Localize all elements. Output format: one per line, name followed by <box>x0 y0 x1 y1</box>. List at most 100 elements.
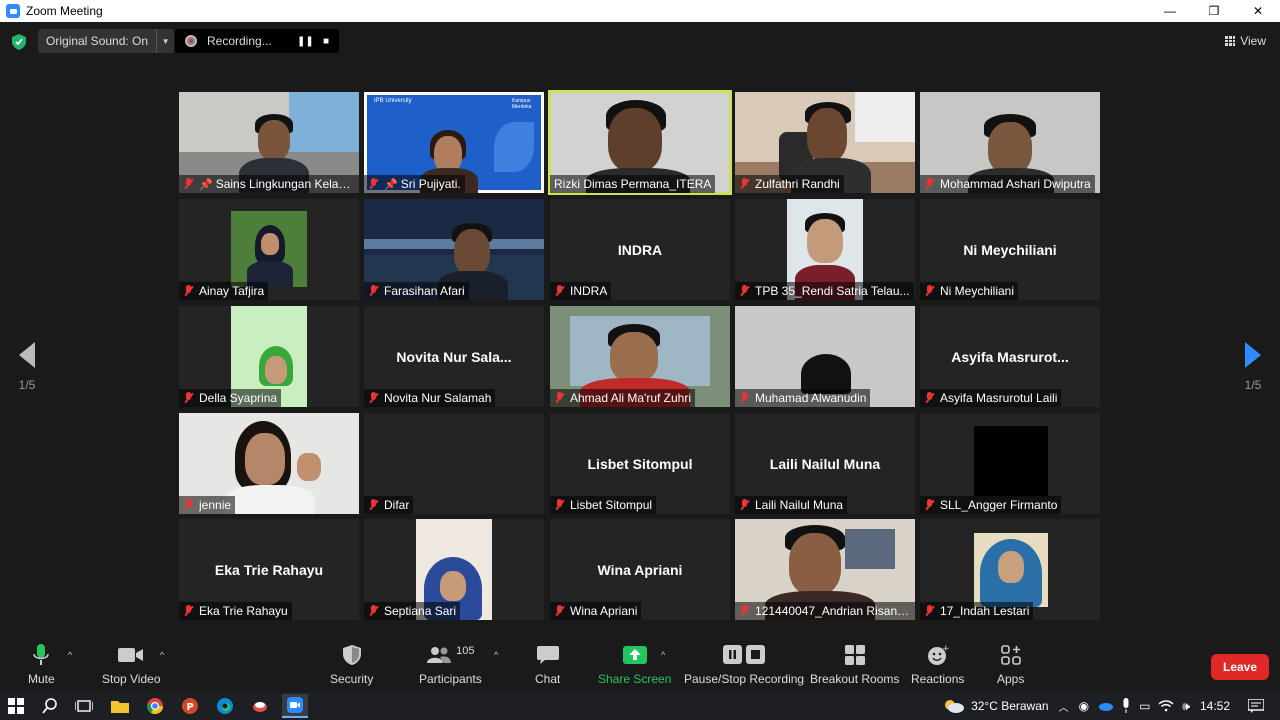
participant-name: jennie <box>199 498 232 512</box>
breakout-rooms-label: Breakout Rooms <box>810 672 900 686</box>
notifications-icon[interactable] <box>1248 699 1264 713</box>
chat-button[interactable]: Chat <box>535 642 560 686</box>
shield-icon <box>342 645 361 665</box>
chrome-icon[interactable] <box>145 696 165 716</box>
share-options-caret-icon[interactable]: ^ <box>661 650 665 660</box>
weather-cloud-icon <box>945 700 965 713</box>
participants-options-caret-icon[interactable]: ^ <box>494 650 498 660</box>
video-options-caret-icon[interactable]: ^ <box>160 650 164 660</box>
participant-tile[interactable]: Novita Nur Sala... Novita Nur Salamah <box>364 306 544 407</box>
participant-tile[interactable]: IPB University Kampus Merdeka 📌 Sri Pujiy… <box>364 92 544 193</box>
participant-tile[interactable]: Mohammad Ashari Dwiputra <box>920 92 1100 193</box>
participant-tile[interactable]: Lisbet Sitompul Lisbet Sitompul <box>550 413 730 514</box>
participant-tile[interactable]: Farasihan Afari <box>364 199 544 300</box>
participant-name: Difar <box>384 498 410 512</box>
participant-name: SLL_Angger Firmanto <box>940 498 1058 512</box>
grid-view-icon <box>1225 36 1236 46</box>
windows-taskbar: P 32°C Berawan ︿ ◉ ▭ 🕪 14:52 <box>0 692 1280 720</box>
mute-button[interactable]: Mute <box>28 642 55 686</box>
participant-tile[interactable]: TPB 35_Rendi Satria Telau... <box>735 199 915 300</box>
muted-mic-icon <box>367 284 381 298</box>
powerpoint-icon[interactable]: P <box>180 696 200 716</box>
muted-mic-icon <box>923 177 937 191</box>
microphone-tray-icon[interactable] <box>1121 698 1131 714</box>
windows-start-icon[interactable] <box>6 696 26 716</box>
leave-button[interactable]: Leave <box>1211 654 1269 680</box>
participant-tile[interactable]: Zulfathri Randhi <box>735 92 915 193</box>
participant-tile[interactable]: Ainay Tafjira <box>179 199 359 300</box>
view-button[interactable]: View <box>1225 34 1266 48</box>
participant-tile[interactable]: Ni Meychiliani Ni Meychiliani <box>920 199 1100 300</box>
arrow-left-icon <box>19 342 35 368</box>
pause-stop-recording-button[interactable]: Pause/Stop Recording <box>684 642 804 686</box>
original-sound-toggle[interactable]: Original Sound: On ▼ <box>38 29 175 53</box>
participant-tile-active-speaker[interactable]: Rizki Dimas Permana_ITERA <box>548 90 732 195</box>
participant-tile[interactable]: Septiana Sari <box>364 519 544 620</box>
audio-options-caret-icon[interactable]: ^ <box>68 650 72 660</box>
muted-mic-icon <box>553 284 567 298</box>
participant-name: Laili Nailul Muna <box>755 498 844 512</box>
participant-tile[interactable]: Ahmad Ali Ma'ruf Zuhri <box>550 306 730 407</box>
security-button[interactable]: Security <box>330 642 373 686</box>
task-view-icon[interactable] <box>74 696 94 716</box>
volume-icon[interactable]: 🕪 <box>1182 699 1190 714</box>
close-button[interactable]: ✕ <box>1236 0 1280 22</box>
previous-page-button[interactable]: 1/5 <box>12 342 42 392</box>
share-screen-button[interactable]: Share Screen <box>598 642 671 686</box>
onedrive-cloud-icon[interactable] <box>1097 701 1114 711</box>
encryption-shield-icon[interactable] <box>12 34 26 50</box>
stop-video-button[interactable]: Stop Video <box>102 642 161 686</box>
file-explorer-icon[interactable] <box>110 696 130 716</box>
participant-tile[interactable]: Difar <box>364 413 544 514</box>
breakout-rooms-button[interactable]: Breakout Rooms <box>810 642 899 686</box>
participant-name: Muhamad Alwanudin <box>755 391 867 405</box>
participant-name: Ainay Tafjira <box>199 284 265 298</box>
participant-name: TPB 35_Rendi Satria Telau... <box>755 284 910 298</box>
minimize-button[interactable]: — <box>1148 0 1192 22</box>
participant-tile[interactable]: Muhamad Alwanudin <box>735 306 915 407</box>
chevron-down-icon[interactable]: ▼ <box>156 29 174 53</box>
recording-indicator: Recording... ❚❚ ■ <box>175 29 339 53</box>
participant-tile[interactable]: Eka Trie Rahayu Eka Trie Rahayu <box>179 519 359 620</box>
maximize-button[interactable]: ❐ <box>1192 0 1236 22</box>
participant-name: Rizki Dimas Permana_ITERA <box>554 177 712 191</box>
zoom-taskbar-icon[interactable] <box>282 694 308 718</box>
participants-button[interactable]: 105 Participants <box>419 642 482 686</box>
participant-tile[interactable]: Wina Apriani Wina Apriani <box>550 519 730 620</box>
breakout-rooms-icon <box>844 645 865 665</box>
pause-recording-icon[interactable]: ❚❚ <box>297 36 314 47</box>
next-page-button[interactable]: 1/5 <box>1238 342 1268 392</box>
clock-time[interactable]: 14:52 <box>1200 699 1230 713</box>
apps-icon <box>1000 645 1021 665</box>
participant-tile[interactable]: Asyifa Masrurot... Asyifa Masrurotul Lai… <box>920 306 1100 407</box>
participant-tile[interactable]: 17_Indah Lestari <box>920 519 1100 620</box>
edge-icon[interactable] <box>215 696 235 716</box>
pause-stop-recording-label: Pause/Stop Recording <box>684 672 805 686</box>
participant-tile[interactable]: Della Syaprina <box>179 306 359 407</box>
participant-tile[interactable]: Laili Nailul Muna Laili Nailul Muna <box>735 413 915 514</box>
muted-mic-icon <box>553 391 567 405</box>
pause-stop-recording-icon <box>723 645 766 664</box>
participant-name: Sains Lingkungan Kelaut... <box>215 177 355 191</box>
reactions-button[interactable]: + Reactions <box>911 642 964 686</box>
participant-tile[interactable]: jennie <box>179 413 359 514</box>
arrow-right-icon <box>1245 342 1261 368</box>
participant-tile[interactable]: INDRA INDRA <box>550 199 730 300</box>
chevron-up-icon[interactable]: ︿ <box>1059 699 1069 714</box>
battery-icon[interactable]: ▭ <box>1139 699 1150 713</box>
wifi-icon[interactable] <box>1158 700 1174 712</box>
chat-label: Chat <box>535 672 561 686</box>
search-icon[interactable] <box>40 696 60 716</box>
participant-tile[interactable]: SLL_Angger Firmanto <box>920 413 1100 514</box>
stop-recording-icon[interactable]: ■ <box>323 36 329 47</box>
participant-name: Wina Apriani <box>570 604 638 618</box>
apps-button[interactable]: Apps <box>997 642 1024 686</box>
participant-name: 121440047_Andrian Risand... <box>755 604 911 618</box>
meet-now-icon[interactable]: ◉ <box>1079 699 1089 713</box>
participant-tile[interactable]: 📌 Sains Lingkungan Kelaut... <box>179 92 359 193</box>
participant-tile[interactable]: 121440047_Andrian Risand... <box>735 519 915 620</box>
participant-name: Zulfathri Randhi <box>755 177 840 191</box>
app-icon[interactable] <box>250 696 270 716</box>
weather-text[interactable]: 32°C Berawan <box>971 699 1049 713</box>
muted-mic-icon <box>923 498 937 512</box>
